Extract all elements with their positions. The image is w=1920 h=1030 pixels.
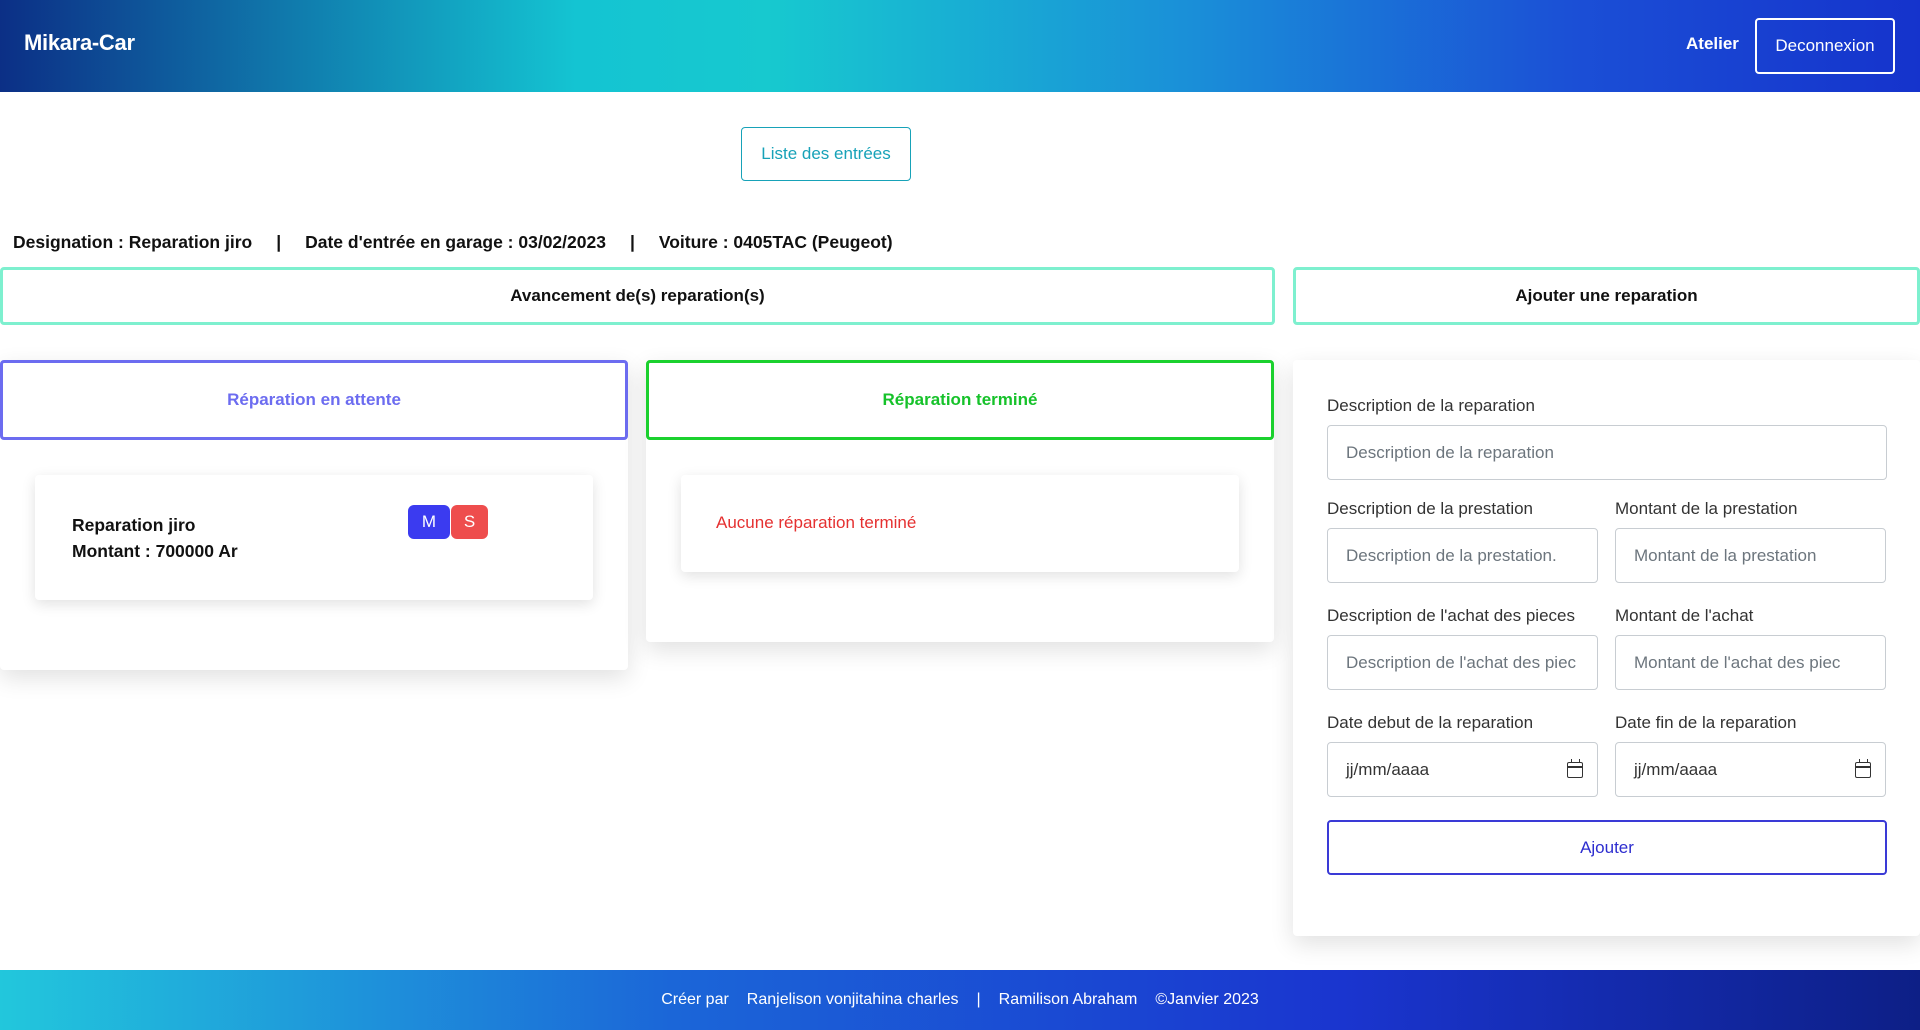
- prestation-description-input[interactable]: Description de la prestation.: [1327, 528, 1598, 583]
- pieces-amount-label: Montant de l'achat: [1615, 606, 1754, 625]
- pending-header: Réparation en attente: [0, 360, 628, 440]
- end-date-input[interactable]: jj/mm/aaaa: [1615, 742, 1886, 797]
- separator: |: [629, 232, 635, 252]
- done-column: Réparation terminé Aucune réparation ter…: [646, 360, 1274, 642]
- footer-copyright: ©Janvier 2023: [1155, 991, 1259, 1008]
- prestation-amount-label: Montant de la prestation: [1615, 499, 1798, 518]
- start-date-value: jj/mm/aaaa: [1346, 759, 1430, 779]
- prestation-description-label: Description de la prestation: [1327, 499, 1534, 518]
- end-date-label: Date fin de la reparation: [1615, 713, 1797, 732]
- footer-author-1: Ranjelison vonjitahina charles: [746, 991, 959, 1008]
- footer: Créer par Ranjelison vonjitahina charles…: [0, 970, 1920, 1030]
- start-date-input[interactable]: jj/mm/aaaa: [1327, 742, 1598, 797]
- entries-list-button[interactable]: Liste des entrées: [741, 127, 911, 181]
- navbar: Mikara-Car Atelier Deconnexion: [0, 0, 1920, 92]
- repair-card: Reparation jiro Montant : 700000 Ar M S: [35, 475, 593, 600]
- designation-text: Designation : Reparation jiro: [13, 232, 253, 252]
- repair-info-line: Designation : Reparation jiro | Date d'e…: [13, 232, 893, 253]
- delete-button[interactable]: S: [451, 505, 488, 539]
- pending-column: Réparation en attente Reparation jiro Mo…: [0, 360, 628, 670]
- pieces-amount-input[interactable]: Montant de l'achat des piec: [1615, 635, 1886, 690]
- logout-button[interactable]: Deconnexion: [1755, 18, 1895, 74]
- description-input[interactable]: Description de la reparation: [1327, 425, 1887, 480]
- progress-section-header: Avancement de(s) reparation(s): [0, 267, 1275, 325]
- add-repair-form: Description de la reparation Description…: [1293, 360, 1920, 936]
- repair-amount: Montant : 700000 Ar: [72, 541, 238, 561]
- add-button[interactable]: Ajouter: [1327, 820, 1887, 875]
- empty-card: Aucune réparation terminé: [681, 475, 1239, 572]
- brand-logo[interactable]: Mikara-Car: [24, 30, 135, 56]
- nav-link-atelier[interactable]: Atelier: [1686, 34, 1739, 54]
- end-date-value: jj/mm/aaaa: [1634, 759, 1718, 779]
- calendar-icon[interactable]: [1567, 759, 1583, 778]
- modify-button[interactable]: M: [408, 505, 450, 539]
- pieces-description-label: Description de l'achat des pieces: [1327, 606, 1575, 625]
- entry-date-text: Date d'entrée en garage : 03/02/2023: [305, 232, 606, 252]
- footer-author-2: Ramilison Abraham: [998, 991, 1138, 1008]
- footer-created-by: Créer par: [661, 991, 729, 1008]
- prestation-amount-input[interactable]: Montant de la prestation: [1615, 528, 1886, 583]
- footer-separator: |: [976, 991, 981, 1008]
- done-header: Réparation terminé: [646, 360, 1274, 440]
- empty-message: Aucune réparation terminé: [716, 513, 917, 532]
- calendar-icon[interactable]: [1855, 759, 1871, 778]
- separator: |: [276, 232, 282, 252]
- description-label: Description de la reparation: [1327, 396, 1535, 415]
- start-date-label: Date debut de la reparation: [1327, 713, 1534, 732]
- add-repair-section-header: Ajouter une reparation: [1293, 267, 1920, 325]
- repair-name: Reparation jiro: [72, 515, 196, 535]
- pieces-description-input[interactable]: Description de l'achat des piec: [1327, 635, 1598, 690]
- car-text: Voiture : 0405TAC (Peugeot): [658, 232, 893, 252]
